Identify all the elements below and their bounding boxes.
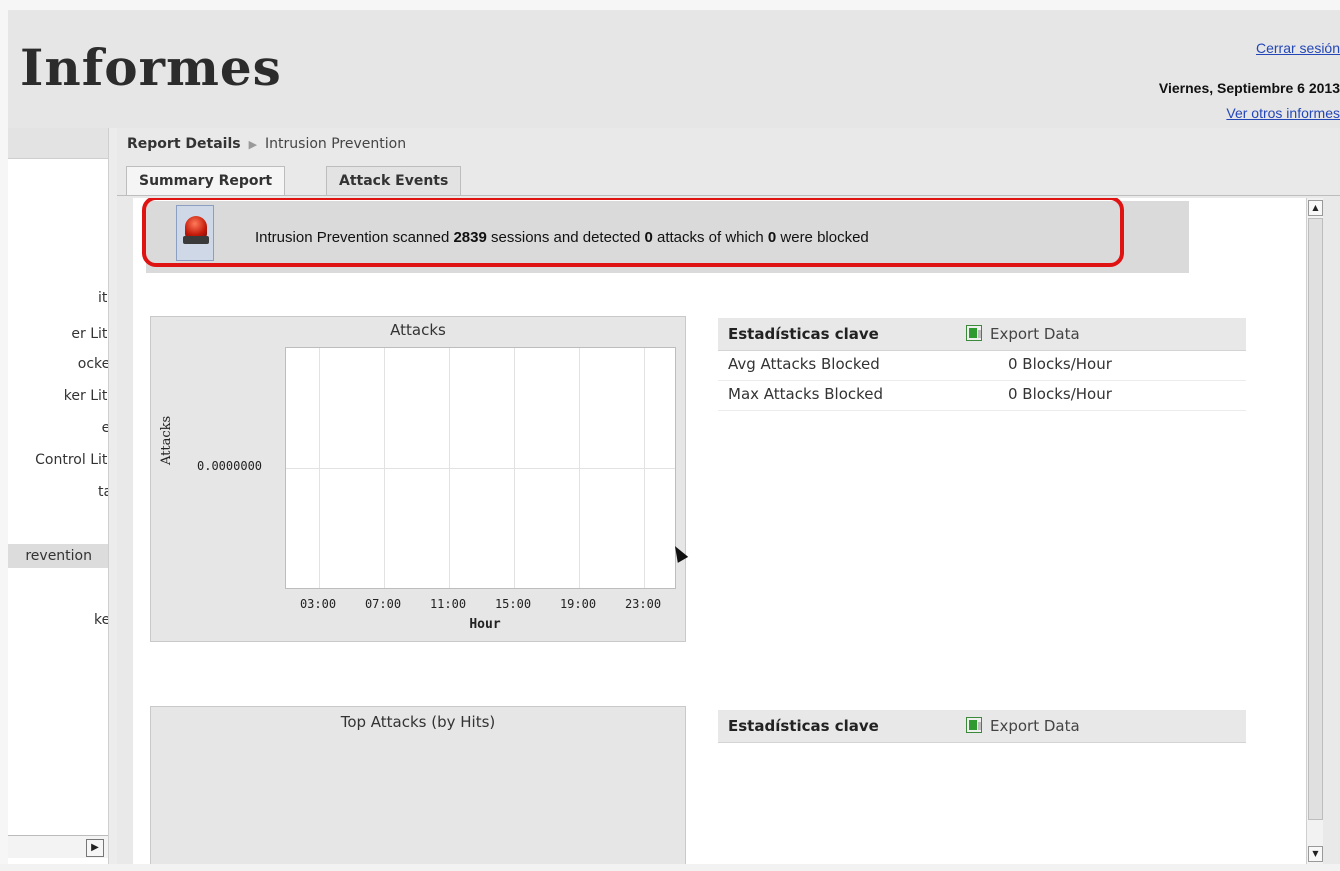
- gridline: [449, 348, 450, 588]
- sidebar-header: [8, 128, 108, 159]
- x-tick-label: 23:00: [624, 597, 662, 611]
- logout-link[interactable]: Cerrar sesión: [1256, 40, 1340, 56]
- scroll-down-icon[interactable]: ▼: [1308, 846, 1323, 862]
- stats-value: 0 Blocks/Hour: [1008, 385, 1112, 403]
- window-frame-top: [0, 0, 1340, 10]
- scroll-up-icon[interactable]: ▲: [1308, 200, 1323, 216]
- stats-row: Avg Attacks Blocked 0 Blocks/Hour: [718, 350, 1246, 381]
- sidebar-horizontal-scrollbar[interactable]: ▶: [8, 835, 108, 858]
- export-data-button[interactable]: Export Data: [990, 717, 1080, 735]
- top-attacks-chart: Top Attacks (by Hits): [150, 706, 686, 864]
- stats-row: Max Attacks Blocked 0 Blocks/Hour: [718, 380, 1246, 411]
- scrollbar-thumb[interactable]: [1308, 218, 1323, 820]
- stats-header: Estadísticas clave Export Data: [718, 318, 1246, 351]
- highlight-annotation: [142, 198, 1124, 267]
- sidebar: ite er Lite ocker ker Lite er Control Li…: [8, 128, 109, 864]
- tab-divider: [117, 195, 1340, 196]
- window-frame-left: [0, 0, 8, 871]
- gridline: [319, 348, 320, 588]
- chevron-right-icon: ▶: [248, 138, 258, 151]
- tab-summary-report[interactable]: Summary Report: [126, 166, 286, 196]
- stats-title: Estadísticas clave: [728, 717, 879, 735]
- export-data-button[interactable]: Export Data: [990, 325, 1080, 343]
- breadcrumb-current: Intrusion Prevention: [265, 136, 407, 152]
- spreadsheet-icon[interactable]: [966, 717, 982, 733]
- stats-label: Avg Attacks Blocked: [728, 355, 880, 373]
- sidebar-item[interactable]: er Lite: [8, 322, 108, 346]
- main-panel: Report Details ▶ Intrusion Prevention Summ…: [117, 128, 1340, 864]
- gridline: [644, 348, 645, 588]
- report-content: Intrusion Prevention scanned 2839 sessio…: [133, 198, 1323, 864]
- vertical-scrollbar[interactable]: ▲ ▼: [1306, 198, 1323, 864]
- y-axis-label: Attacks: [159, 415, 174, 465]
- breadcrumb: Report Details ▶ Intrusion Prevention: [127, 136, 406, 152]
- sidebar-item[interactable]: ker: [8, 608, 108, 632]
- sidebar-item-label: revention: [25, 548, 92, 564]
- sidebar-item-intrusion-prevention[interactable]: revention: [8, 544, 108, 568]
- gridline: [286, 468, 675, 469]
- spreadsheet-icon[interactable]: [966, 325, 982, 341]
- plot-area: [285, 347, 676, 589]
- breadcrumb-root[interactable]: Report Details: [127, 136, 241, 152]
- page-title: Informes: [20, 38, 282, 97]
- sidebar-item[interactable]: ite: [8, 286, 108, 310]
- gridline: [514, 348, 515, 588]
- y-tick-label: 0.0000000: [197, 459, 263, 473]
- window-frame-bottom: [0, 864, 1340, 871]
- stats-value: 0 Blocks/Hour: [1008, 355, 1112, 373]
- stats-label: Max Attacks Blocked: [728, 385, 884, 403]
- x-axis-label: Hour: [469, 617, 501, 632]
- scroll-right-icon[interactable]: ▶: [86, 839, 104, 857]
- chart-title: Top Attacks (by Hits): [340, 713, 496, 731]
- gridline: [579, 348, 580, 588]
- tab-attack-events[interactable]: Attack Events: [326, 166, 462, 196]
- other-reports-link[interactable]: Ver otros informes: [1226, 105, 1340, 121]
- x-tick-label: 07:00: [364, 597, 402, 611]
- stats-title: Estadísticas clave: [728, 325, 879, 343]
- sidebar-item[interactable]: tal: [8, 480, 108, 504]
- page-header: Informes Cerrar sesión Viernes, Septiemb…: [8, 10, 1340, 128]
- x-tick-label: 15:00: [494, 597, 532, 611]
- x-tick-label: 03:00: [299, 597, 337, 611]
- x-tick-label: 19:00: [559, 597, 597, 611]
- sidebar-item[interactable]: ocker: [8, 352, 108, 376]
- x-tick-label: 11:00: [429, 597, 467, 611]
- sidebar-item[interactable]: Control Lite: [8, 448, 108, 472]
- sidebar-item[interactable]: ker Lite: [8, 384, 108, 408]
- gridline: [384, 348, 385, 588]
- sidebar-item[interactable]: er: [8, 416, 108, 440]
- chart-title: Attacks: [390, 321, 446, 339]
- current-date: Viernes, Septiembre 6 2013: [1158, 80, 1340, 96]
- stats-header: Estadísticas clave Export Data: [718, 710, 1246, 743]
- attacks-chart: Attacks Attacks 0.0000000 03:00 07:00 11:0…: [150, 316, 689, 642]
